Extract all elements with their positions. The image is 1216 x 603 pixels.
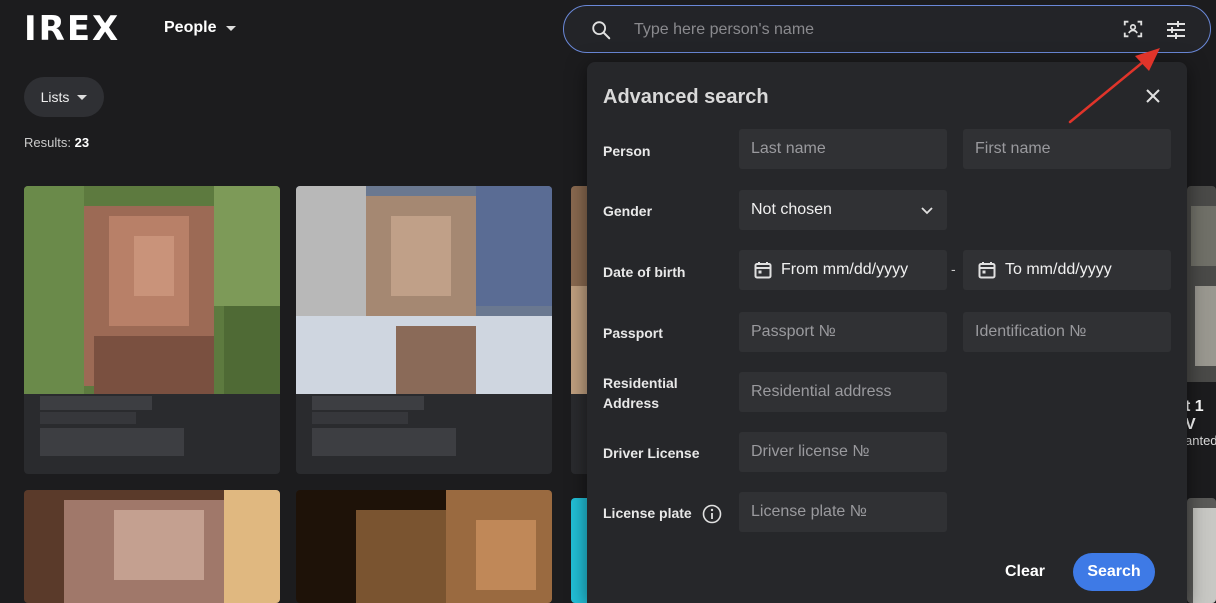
residential-label-line1: Residential xyxy=(603,375,678,391)
license-plate-label: License plate xyxy=(603,503,722,524)
calendar-icon xyxy=(978,262,996,279)
date-of-birth-label: Date of birth xyxy=(603,264,686,280)
driver-license-label: Driver License xyxy=(603,445,700,461)
gender-select[interactable]: Not chosen xyxy=(739,190,947,230)
filter-settings-icon[interactable] xyxy=(1164,18,1188,42)
license-plate-input[interactable] xyxy=(739,492,947,532)
person-name-search-input[interactable] xyxy=(634,18,1074,42)
advanced-search-panel: Advanced search Person Gender Not chosen… xyxy=(587,62,1187,603)
caret-down-icon xyxy=(226,25,237,31)
lists-label: Lists xyxy=(40,89,70,105)
card-title-partial: t 1 V xyxy=(1185,398,1204,433)
blurred-person-photo xyxy=(1187,186,1216,382)
face-scan-icon[interactable] xyxy=(1122,18,1144,40)
blurred-name xyxy=(40,412,136,424)
person-card[interactable] xyxy=(296,186,552,474)
date-range-separator: - xyxy=(951,261,956,277)
results-count: 23 xyxy=(74,135,90,150)
people-menu-label: People xyxy=(164,19,217,36)
residential-address-label: Residential Address xyxy=(603,373,678,413)
passport-number-input[interactable] xyxy=(739,312,947,352)
dob-from-input[interactable]: From mm/dd/yyyy xyxy=(739,250,947,290)
person-card[interactable] xyxy=(1187,498,1216,603)
residential-label-line2: Address xyxy=(603,395,660,411)
blurred-person-photo xyxy=(296,186,552,394)
blurred-name xyxy=(40,396,152,410)
blurred-name xyxy=(312,396,424,410)
blurred-person-photo xyxy=(296,490,552,603)
person-label: Person xyxy=(603,143,651,159)
license-plate-label-text: License plate xyxy=(603,505,692,521)
person-card[interactable] xyxy=(24,490,280,603)
last-name-input[interactable] xyxy=(739,129,947,169)
blurred-person-photo xyxy=(24,186,280,394)
results-counter: Results: 23 xyxy=(24,135,89,150)
irex-logo[interactable]: IREX xyxy=(24,12,120,46)
search-button[interactable]: Search xyxy=(1073,553,1155,591)
chevron-down-icon xyxy=(921,207,933,215)
info-icon[interactable] xyxy=(702,504,722,524)
search-icon xyxy=(592,21,611,40)
blurred-person-photo xyxy=(1187,498,1216,603)
people-menu[interactable]: People xyxy=(164,19,237,37)
person-card[interactable] xyxy=(296,490,552,603)
dob-to-placeholder: To mm/dd/yyyy xyxy=(1005,261,1112,278)
search-bar xyxy=(563,5,1211,53)
calendar-icon xyxy=(754,262,772,279)
blurred-person-photo xyxy=(24,490,280,603)
advanced-search-title: Advanced search xyxy=(603,86,769,108)
lists-dropdown-button[interactable]: Lists xyxy=(24,77,104,117)
results-label: Results: xyxy=(24,135,71,150)
driver-license-input[interactable] xyxy=(739,432,947,472)
caret-down-icon xyxy=(77,94,88,100)
person-card[interactable] xyxy=(24,186,280,474)
close-icon[interactable] xyxy=(1143,86,1163,106)
residential-address-input[interactable] xyxy=(739,372,947,412)
passport-label: Passport xyxy=(603,325,663,341)
gender-select-value: Not chosen xyxy=(751,201,832,218)
identification-number-input[interactable] xyxy=(963,312,1171,352)
dob-from-placeholder: From mm/dd/yyyy xyxy=(781,261,909,278)
clear-button[interactable]: Clear xyxy=(991,554,1059,590)
first-name-input[interactable] xyxy=(963,129,1171,169)
dob-to-input[interactable]: To mm/dd/yyyy xyxy=(963,250,1171,290)
blurred-name xyxy=(312,412,408,424)
blurred-details xyxy=(312,428,456,456)
blurred-details xyxy=(40,428,184,456)
gender-label: Gender xyxy=(603,203,653,219)
card-status-partial: anted xyxy=(1185,433,1216,448)
